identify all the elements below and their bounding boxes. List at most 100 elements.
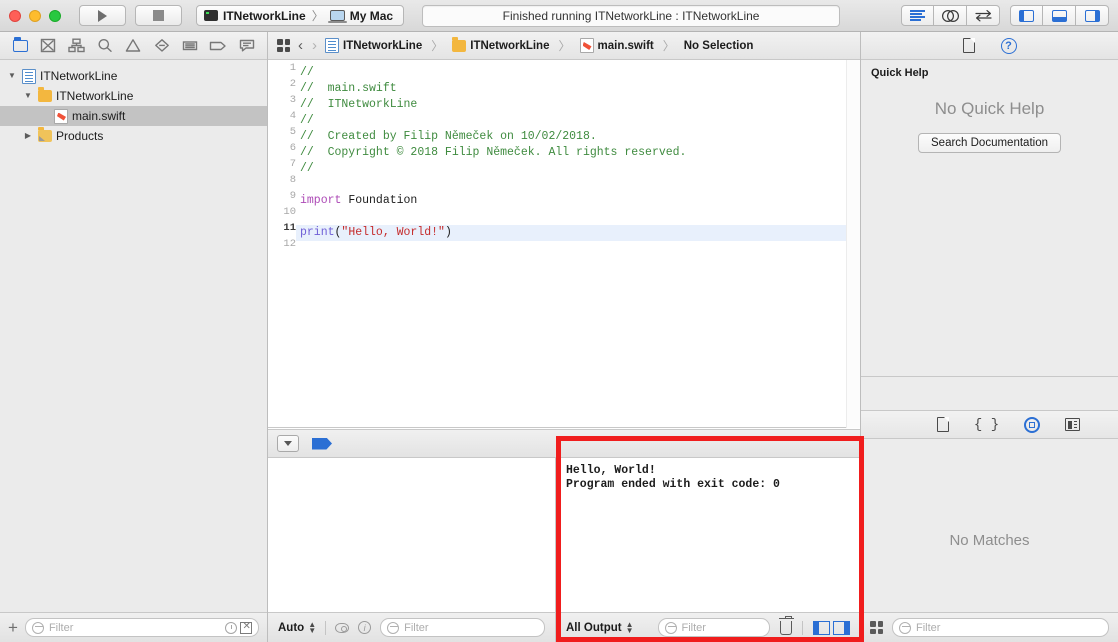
- scheme-selector[interactable]: ITNetworkLine 〉 My Mac: [196, 5, 404, 26]
- navigator-filter-field[interactable]: Filter: [25, 618, 259, 637]
- tab-debug-navigator[interactable]: [179, 36, 201, 56]
- status-text: Finished running ITNetworkLine : ITNetwo…: [503, 9, 760, 23]
- code-line[interactable]: // Copyright © 2018 Filip Němeček. All r…: [296, 145, 860, 161]
- variables-filter-field[interactable]: Filter: [380, 618, 545, 637]
- media-library-icon[interactable]: [1065, 418, 1080, 431]
- code-snippet-library-icon[interactable]: { }: [974, 417, 999, 433]
- filter-icon: [387, 622, 399, 634]
- code-text[interactable]: //// main.swift// ITNetworkLine//// Crea…: [296, 65, 860, 257]
- stop-button[interactable]: [135, 5, 182, 26]
- tree-row-project[interactable]: ▼ ITNetworkLine: [0, 66, 267, 86]
- variables-view[interactable]: [268, 458, 556, 612]
- tab-breakpoint-navigator[interactable]: [207, 36, 229, 56]
- console-output[interactable]: Hello, World! Program ended with exit co…: [556, 458, 860, 612]
- activity-status-bar: Finished running ITNetworkLine : ITNetwo…: [422, 5, 840, 27]
- tree-row-group[interactable]: ▼ ITNetworkLine: [0, 86, 267, 106]
- info-icon[interactable]: i: [358, 621, 371, 634]
- library-view-mode-icon[interactable]: [870, 621, 883, 634]
- source-code-editor[interactable]: 123456789101112 //// main.swift// ITNetw…: [268, 60, 860, 428]
- folder-products-icon: [38, 130, 52, 142]
- breadcrumb-file[interactable]: main.swift: [580, 38, 654, 53]
- code-line[interactable]: //: [296, 161, 860, 177]
- assistant-editor-button[interactable]: [934, 5, 967, 26]
- tab-test-navigator[interactable]: [151, 36, 173, 56]
- breadcrumb-project[interactable]: ITNetworkLine: [325, 38, 422, 53]
- breadcrumb-group[interactable]: ITNetworkLine: [452, 40, 549, 52]
- tab-issue-navigator[interactable]: [122, 36, 144, 56]
- filter-options: [225, 622, 252, 634]
- disclosure-triangle-icon[interactable]: ▶: [22, 132, 34, 140]
- file-inspector-icon[interactable]: [963, 38, 975, 53]
- breadcrumb-label: No Selection: [684, 40, 754, 52]
- breadcrumb-selection[interactable]: No Selection: [684, 40, 754, 52]
- code-line[interactable]: //: [296, 65, 860, 81]
- line-number: 5: [268, 124, 296, 140]
- tab-find-navigator[interactable]: [94, 36, 116, 56]
- tree-label: Products: [56, 129, 103, 143]
- tree-row-file-main-swift[interactable]: main.swift: [0, 106, 267, 126]
- code-line[interactable]: //: [296, 113, 860, 129]
- tree-row-products[interactable]: ▶ Products: [0, 126, 267, 146]
- debug-area: Hello, World! Program ended with exit co…: [268, 458, 860, 642]
- disclosure-triangle-icon[interactable]: ▼: [22, 92, 34, 100]
- code-line[interactable]: print("Hello, World!"): [296, 225, 860, 241]
- close-button[interactable]: [9, 10, 21, 22]
- panel-toggle-group: [1010, 5, 1109, 26]
- code-token: //: [300, 162, 314, 175]
- source-control-filter-icon[interactable]: [240, 622, 252, 634]
- tab-report-navigator[interactable]: [236, 36, 258, 56]
- project-icon: [325, 38, 339, 53]
- code-line[interactable]: [296, 209, 860, 225]
- add-file-button[interactable]: +: [8, 619, 18, 636]
- tab-source-control-navigator[interactable]: [37, 36, 59, 56]
- recent-files-icon[interactable]: [225, 622, 237, 634]
- code-line[interactable]: // main.swift: [296, 81, 860, 97]
- code-line[interactable]: // ITNetworkLine: [296, 97, 860, 113]
- destination-icon: [330, 10, 345, 21]
- clear-console-icon[interactable]: [780, 621, 792, 635]
- forward-button[interactable]: ›: [311, 38, 318, 53]
- minimize-button[interactable]: [29, 10, 41, 22]
- tab-symbol-navigator[interactable]: [66, 36, 88, 56]
- library-empty-message: No Matches: [861, 532, 1118, 549]
- toggle-utilities-button[interactable]: [1076, 5, 1109, 26]
- line-number: 7: [268, 156, 296, 172]
- breakpoints-toggle-button[interactable]: [312, 438, 332, 450]
- console-filter-placeholder: Filter: [682, 622, 706, 634]
- object-library-icon[interactable]: [1024, 417, 1040, 433]
- file-template-library-icon[interactable]: [937, 417, 949, 432]
- folder-icon: [452, 40, 466, 52]
- quick-help-inspector-icon[interactable]: ?: [1001, 38, 1017, 54]
- code-line[interactable]: [296, 241, 860, 257]
- output-scope-popup[interactable]: All Output ▲▼: [566, 622, 634, 634]
- search-documentation-button[interactable]: Search Documentation: [918, 133, 1061, 153]
- watch-variables-icon[interactable]: [335, 623, 349, 633]
- library-filter-field[interactable]: Filter: [892, 618, 1109, 637]
- related-items-icon[interactable]: [277, 39, 290, 52]
- code-line[interactable]: import Foundation: [296, 193, 860, 209]
- tab-project-navigator[interactable]: [9, 36, 31, 56]
- toggle-debug-area-button[interactable]: [1043, 5, 1076, 26]
- line-number: 8: [268, 172, 296, 188]
- main-toolbar: ITNetworkLine 〉 My Mac Finished running …: [0, 0, 1118, 32]
- code-line[interactable]: [296, 177, 860, 193]
- breadcrumb-separator-icon: 〉: [431, 37, 443, 54]
- disclosure-triangle-icon[interactable]: ▼: [6, 72, 18, 80]
- variables-scope-popup[interactable]: Auto ▲▼: [278, 622, 316, 634]
- show-variables-view-button[interactable]: [813, 621, 830, 635]
- version-editor-button[interactable]: [967, 5, 1000, 26]
- back-button[interactable]: ‹: [297, 38, 304, 53]
- standard-editor-button[interactable]: [901, 5, 934, 26]
- run-button[interactable]: [79, 5, 126, 26]
- console-filter-field[interactable]: Filter: [658, 618, 771, 637]
- zoom-button[interactable]: [49, 10, 61, 22]
- editor-vertical-scrollbar[interactable]: [846, 60, 860, 428]
- destination-name: My Mac: [350, 9, 393, 23]
- hide-debug-area-button[interactable]: [277, 435, 299, 452]
- code-line[interactable]: // Created by Filip Němeček on 10/02/201…: [296, 129, 860, 145]
- breadcrumb-label: ITNetworkLine: [470, 40, 549, 52]
- toggle-navigator-button[interactable]: [1010, 5, 1043, 26]
- library-tab-bar: { }: [861, 410, 1118, 439]
- editor-mode-group: [901, 5, 1000, 26]
- show-console-view-button[interactable]: [833, 621, 850, 635]
